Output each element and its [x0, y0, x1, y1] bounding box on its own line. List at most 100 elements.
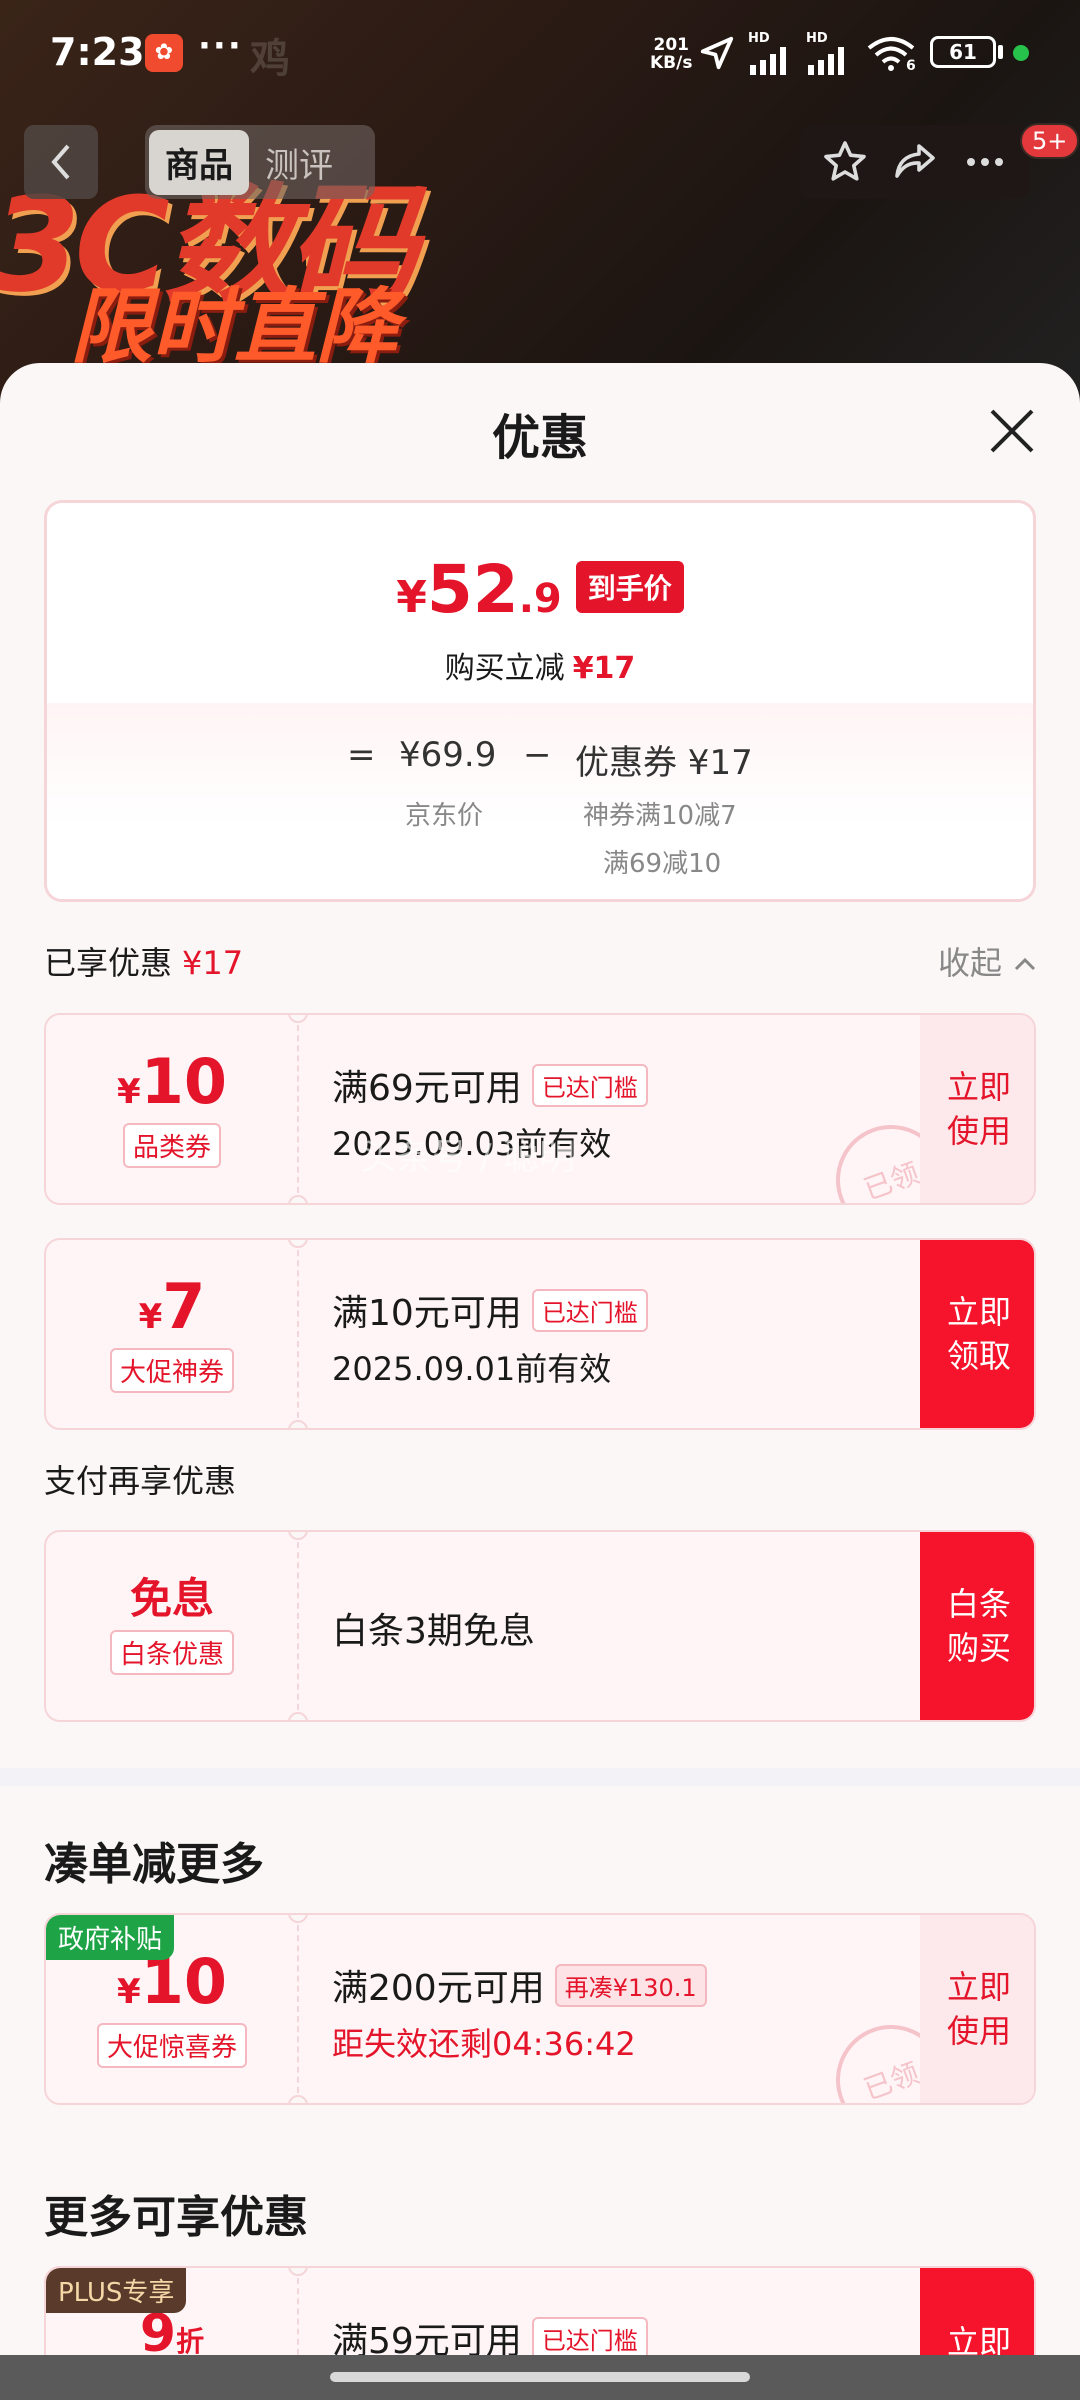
- coupon-separator: [297, 1915, 299, 2103]
- combine-section-title: 凑单减更多: [44, 1839, 264, 1890]
- coupon-notch: [288, 1712, 308, 1720]
- coupon-currency: ¥: [117, 1071, 141, 1112]
- price-currency: ¥: [396, 572, 427, 623]
- app-notification-icon: ✿: [145, 34, 183, 72]
- coupon-note-1: 神券满10减7: [583, 801, 737, 831]
- instant-discount: 购买立减 ¥17: [47, 643, 1033, 687]
- coupon-value-block: ¥7 大促神券: [46, 1240, 298, 1428]
- payment-offer-card: 免息 白条优惠 白条3期免息 白条 购买: [44, 1530, 1036, 1722]
- baitiao-buy-button[interactable]: 白条 购买: [920, 1532, 1034, 1720]
- action-line1: 白条: [946, 1585, 1011, 1623]
- product-tabs: 商品 测评: [145, 125, 375, 199]
- coupon-details: 满200元可用 再凑¥130.1 距失效还剩04:36:42: [332, 1959, 892, 2065]
- coupon-kind: 品类券: [122, 1122, 221, 1168]
- more-offers-title: 更多可享优惠: [44, 2192, 308, 2243]
- location-arrow-icon: [700, 36, 734, 70]
- coupon-kind: 大促神券: [109, 1347, 234, 1393]
- coupon-card: ¥10 大促惊喜券 政府补贴 满200元可用 再凑¥130.1 距失效还剩04:3…: [44, 1913, 1036, 2105]
- signal-bars-icon: [750, 47, 786, 75]
- price-integer: 52: [426, 551, 519, 628]
- formula-minus: −: [523, 735, 552, 775]
- final-price-tag: 到手价: [575, 561, 684, 613]
- coupon-separator: [297, 1015, 299, 1203]
- coupon-note-2: 满69减10: [603, 849, 722, 879]
- battery-tip: [998, 45, 1003, 59]
- coupon-notch: [288, 1195, 308, 1203]
- remaining-amount-chip: 再凑¥130.1: [554, 1963, 707, 2007]
- coupon-details: 满10元可用 已达门槛 2025.09.01前有效: [332, 1284, 892, 1390]
- collapse-button[interactable]: 收起: [938, 938, 1038, 984]
- coupon-notch: [288, 1420, 308, 1428]
- share-icon[interactable]: [891, 138, 939, 186]
- coupon-condition: 满69元可用: [332, 1068, 522, 1109]
- section-divider: [0, 1768, 1080, 1786]
- action-line1: 立即: [946, 1293, 1011, 1331]
- instant-discount-value: ¥17: [572, 651, 636, 686]
- discount-sheet: 优惠 ¥52.9 到手价 购买立减 ¥17 = ¥69.9 − 优惠券 ¥17 京东…: [0, 363, 1080, 2400]
- coupon-expiry: 2025.09.01前有效: [332, 1350, 612, 1388]
- payment-offer-text: 白条3期免息: [332, 1611, 535, 1652]
- use-now-button[interactable]: 立即 使用: [920, 1915, 1034, 2103]
- chevron-up-icon: [1015, 957, 1036, 971]
- collapse-label: 收起: [938, 944, 1003, 982]
- coupon-condition: 满200元可用: [332, 1968, 545, 2009]
- claim-now-button[interactable]: 立即 领取: [920, 1240, 1034, 1428]
- signal-1-label: HD: [748, 31, 770, 46]
- formula-equals: =: [347, 735, 376, 775]
- instant-discount-label: 购买立减: [444, 651, 565, 686]
- final-price-card: ¥52.9 到手价 购买立减 ¥17 = ¥69.9 − 优惠券 ¥17 京东价 神…: [44, 500, 1036, 902]
- status-overflow: ···: [198, 26, 243, 66]
- wifi-label: 6: [906, 58, 916, 74]
- chevron-left-icon: [51, 144, 70, 180]
- coupon-currency: ¥: [138, 1296, 163, 1337]
- signal-2-label: HD: [806, 31, 828, 46]
- coupon-value-block: ¥10 品类券: [46, 1015, 298, 1203]
- price-decimal: .9: [518, 576, 562, 622]
- watermark: 头条号 / 聪明: [360, 1137, 576, 1178]
- plus-exclusive-badge: PLUS专享: [46, 2268, 187, 2313]
- coupon-card: ¥7 大促神券 满10元可用 已达门槛 2025.09.01前有效 立即领取: [44, 1238, 1036, 1430]
- coupon-unit: 折: [176, 2325, 205, 2358]
- action-line1: 立即: [946, 1968, 1011, 2006]
- coupon-currency: ¥: [117, 1971, 141, 2012]
- payment-discount-label: 支付再享优惠: [44, 1462, 237, 1500]
- back-button[interactable]: [24, 125, 98, 199]
- jd-price: ¥69.9: [399, 735, 497, 775]
- battery-indicator: 61: [930, 36, 996, 68]
- coupon-separator: [297, 1240, 299, 1428]
- action-line2: 领取: [946, 1337, 1011, 1375]
- threshold-chip: 已达门槛: [531, 2316, 648, 2360]
- coupon-amount: ¥10: [117, 1050, 227, 1113]
- action-line2: 使用: [946, 1112, 1011, 1150]
- promo-banner-line2: 限时直降: [70, 280, 398, 375]
- action-line1: 立即: [946, 1068, 1011, 1106]
- use-now-button[interactable]: 立即 使用: [920, 1015, 1034, 1203]
- gov-subsidy-badge: 政府补贴: [46, 1915, 175, 1960]
- star-icon[interactable]: [821, 138, 869, 186]
- network-speed-unit: KB/s: [650, 53, 693, 73]
- coupon-amount: 9折: [140, 2308, 204, 2360]
- close-icon[interactable]: [986, 405, 1038, 457]
- tab-product[interactable]: 商品: [149, 129, 249, 195]
- tab-review[interactable]: 测评: [249, 130, 349, 195]
- payment-offer-title: 免息: [129, 1573, 214, 1623]
- coupon-condition: 满10元可用: [332, 1293, 522, 1334]
- coupon-amount-number: 7: [162, 1269, 206, 1343]
- final-price: ¥52.9 到手价: [47, 551, 1033, 628]
- coupon-separator: [297, 1532, 299, 1720]
- message-count-badge: 5+: [1020, 123, 1080, 159]
- coupon-amount: ¥7: [138, 1275, 206, 1338]
- price-breakdown-bg: [47, 703, 1033, 899]
- more-icon[interactable]: [961, 138, 1009, 186]
- enjoyed-value: ¥17: [182, 944, 244, 982]
- enjoyed-discount-label: 已享优惠 ¥17: [44, 938, 243, 984]
- status-time: 7:23: [50, 30, 145, 74]
- action-line2: 使用: [946, 2012, 1011, 2050]
- threshold-chip: 已达门槛: [531, 1288, 648, 1332]
- payment-offer-kind: 白条优惠: [109, 1629, 234, 1675]
- threshold-chip: 已达门槛: [531, 1063, 648, 1107]
- payment-offer-block: 免息 白条优惠: [46, 1532, 298, 1720]
- home-indicator[interactable]: [330, 2372, 750, 2382]
- network-speed-value: 201: [653, 35, 689, 55]
- privacy-indicator-dot: [1013, 45, 1029, 61]
